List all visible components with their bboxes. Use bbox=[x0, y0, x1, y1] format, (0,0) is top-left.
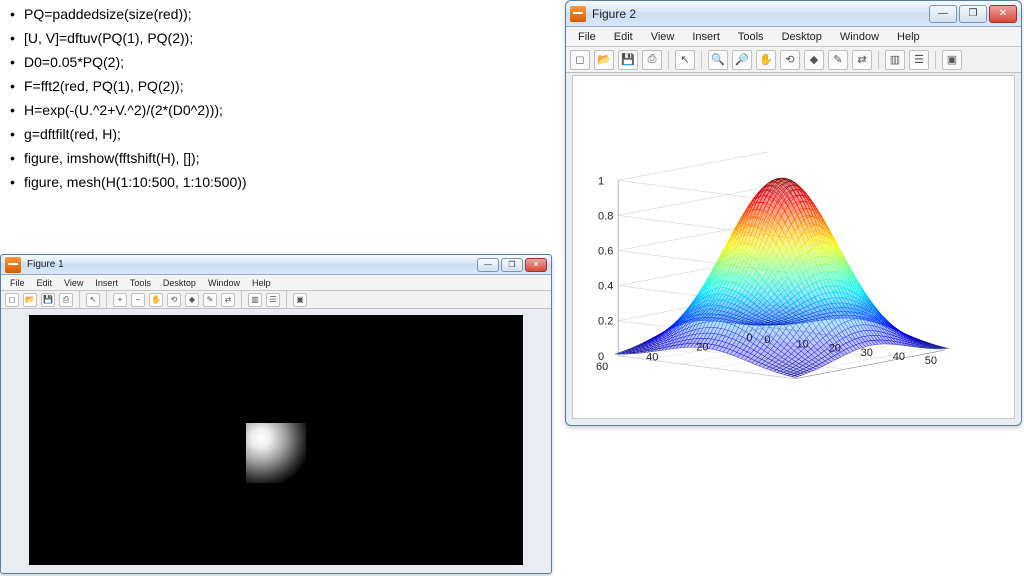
pointer-icon[interactable]: ↖ bbox=[86, 293, 100, 307]
legend-icon[interactable]: ☰ bbox=[266, 293, 280, 307]
pointer-icon[interactable]: ↖ bbox=[675, 50, 695, 70]
figure-2-menubar: File Edit View Insert Tools Desktop Wind… bbox=[566, 27, 1021, 47]
dock-icon[interactable]: ▣ bbox=[942, 50, 962, 70]
menu-tools[interactable]: Tools bbox=[125, 277, 156, 289]
close-button[interactable]: ✕ bbox=[525, 258, 547, 272]
dock-icon[interactable]: ▣ bbox=[293, 293, 307, 307]
svg-text:0.2: 0.2 bbox=[598, 316, 613, 328]
menu-help[interactable]: Help bbox=[889, 29, 928, 45]
minimize-button[interactable]: — bbox=[929, 5, 957, 23]
zoom-out-icon[interactable]: − bbox=[131, 293, 145, 307]
maximize-button[interactable]: ❐ bbox=[959, 5, 987, 23]
figure-1-menubar: File Edit View Insert Tools Desktop Wind… bbox=[1, 275, 551, 291]
menu-file[interactable]: File bbox=[570, 29, 604, 45]
menu-window[interactable]: Window bbox=[832, 29, 887, 45]
menu-desktop[interactable]: Desktop bbox=[158, 277, 201, 289]
svg-text:0: 0 bbox=[746, 332, 752, 344]
zoom-in-icon[interactable]: 🔍 bbox=[708, 50, 728, 70]
menu-view[interactable]: View bbox=[59, 277, 88, 289]
svg-text:0.6: 0.6 bbox=[598, 246, 613, 258]
link-icon[interactable]: ⇄ bbox=[221, 293, 235, 307]
svg-text:40: 40 bbox=[646, 351, 658, 363]
svg-text:30: 30 bbox=[861, 347, 873, 359]
brush-icon[interactable]: ✎ bbox=[828, 50, 848, 70]
svg-text:40: 40 bbox=[893, 351, 905, 363]
svg-text:0: 0 bbox=[764, 334, 770, 346]
rotate-icon[interactable]: ⟲ bbox=[780, 50, 800, 70]
svg-text:1: 1 bbox=[598, 175, 604, 187]
svg-text:20: 20 bbox=[829, 343, 841, 355]
svg-text:20: 20 bbox=[696, 342, 708, 354]
figure-2-toolbar: ◻ 📂 💾 ⎙ ↖ 🔍 🔎 ✋ ⟲ ◆ ✎ ⇄ ▥ ☰ ▣ bbox=[566, 47, 1021, 73]
figure-2-window: Figure 2 — ❐ ✕ File Edit View Insert Too… bbox=[565, 0, 1022, 426]
menu-edit[interactable]: Edit bbox=[32, 277, 58, 289]
open-icon[interactable]: 📂 bbox=[23, 293, 37, 307]
menu-insert[interactable]: Insert bbox=[90, 277, 123, 289]
menu-view[interactable]: View bbox=[643, 29, 683, 45]
colorbar-icon[interactable]: ▥ bbox=[248, 293, 262, 307]
link-icon[interactable]: ⇄ bbox=[852, 50, 872, 70]
figure-1-title: Figure 1 bbox=[27, 259, 477, 270]
code-line: F=fft2(red, PQ(1), PQ(2)); bbox=[24, 78, 184, 94]
figure-1-titlebar[interactable]: Figure 1 — ❐ ✕ bbox=[1, 255, 551, 275]
minimize-button[interactable]: — bbox=[477, 258, 499, 272]
figure-1-window: Figure 1 — ❐ ✕ File Edit View Insert Too… bbox=[0, 254, 552, 574]
rotate-icon[interactable]: ⟲ bbox=[167, 293, 181, 307]
figure-1-toolbar: ◻ 📂 💾 ⎙ ↖ + − ✋ ⟲ ◆ ✎ ⇄ ▥ ☰ ▣ bbox=[1, 291, 551, 309]
svg-text:10: 10 bbox=[797, 338, 809, 350]
save-icon[interactable]: 💾 bbox=[618, 50, 638, 70]
code-line: [U, V]=dftuv(PQ(1), PQ(2)); bbox=[24, 30, 193, 46]
code-line: PQ=paddedsize(size(red)); bbox=[24, 6, 192, 22]
colorbar-icon[interactable]: ▥ bbox=[885, 50, 905, 70]
svg-text:0.4: 0.4 bbox=[598, 281, 613, 293]
code-line: figure, mesh(H(1:10:500, 1:10:500)) bbox=[24, 174, 247, 190]
new-icon[interactable]: ◻ bbox=[5, 293, 19, 307]
code-line: figure, imshow(fftshift(H), []); bbox=[24, 150, 200, 166]
zoom-out-icon[interactable]: 🔎 bbox=[732, 50, 752, 70]
menu-edit[interactable]: Edit bbox=[606, 29, 641, 45]
menu-insert[interactable]: Insert bbox=[684, 29, 728, 45]
pan-icon[interactable]: ✋ bbox=[149, 293, 163, 307]
figure-1-axes[interactable] bbox=[29, 315, 523, 565]
code-line: g=dftfilt(red, H); bbox=[24, 126, 121, 142]
print-icon[interactable]: ⎙ bbox=[59, 293, 73, 307]
menu-file[interactable]: File bbox=[5, 277, 30, 289]
save-icon[interactable]: 💾 bbox=[41, 293, 55, 307]
code-list: •PQ=paddedsize(size(red)); •[U, V]=dftuv… bbox=[10, 6, 247, 198]
menu-help[interactable]: Help bbox=[247, 277, 276, 289]
figure-2-titlebar[interactable]: Figure 2 — ❐ ✕ bbox=[566, 1, 1021, 27]
datacursor-icon[interactable]: ◆ bbox=[804, 50, 824, 70]
gaussian-image bbox=[246, 423, 306, 483]
svg-text:50: 50 bbox=[925, 355, 937, 367]
menu-desktop[interactable]: Desktop bbox=[774, 29, 830, 45]
menu-tools[interactable]: Tools bbox=[730, 29, 772, 45]
new-icon[interactable]: ◻ bbox=[570, 50, 590, 70]
datacursor-icon[interactable]: ◆ bbox=[185, 293, 199, 307]
pan-icon[interactable]: ✋ bbox=[756, 50, 776, 70]
legend-icon[interactable]: ☰ bbox=[909, 50, 929, 70]
svg-text:60: 60 bbox=[596, 361, 608, 373]
matlab-icon bbox=[570, 6, 586, 22]
figure-2-title: Figure 2 bbox=[592, 7, 929, 21]
matlab-icon bbox=[5, 257, 21, 273]
menu-window[interactable]: Window bbox=[203, 277, 245, 289]
open-icon[interactable]: 📂 bbox=[594, 50, 614, 70]
zoom-in-icon[interactable]: + bbox=[113, 293, 127, 307]
figure-2-axes[interactable]: 00.20.40.60.81020406001020304050 bbox=[572, 75, 1015, 419]
mesh-plot: 00.20.40.60.81020406001020304050 bbox=[573, 76, 1014, 418]
brush-icon[interactable]: ✎ bbox=[203, 293, 217, 307]
maximize-button[interactable]: ❐ bbox=[501, 258, 523, 272]
svg-text:0.8: 0.8 bbox=[598, 210, 613, 222]
close-button[interactable]: ✕ bbox=[989, 5, 1017, 23]
code-line: H=exp(-(U.^2+V.^2)/(2*(D0^2))); bbox=[24, 102, 223, 118]
code-line: D0=0.05*PQ(2); bbox=[24, 54, 124, 70]
print-icon[interactable]: ⎙ bbox=[642, 50, 662, 70]
